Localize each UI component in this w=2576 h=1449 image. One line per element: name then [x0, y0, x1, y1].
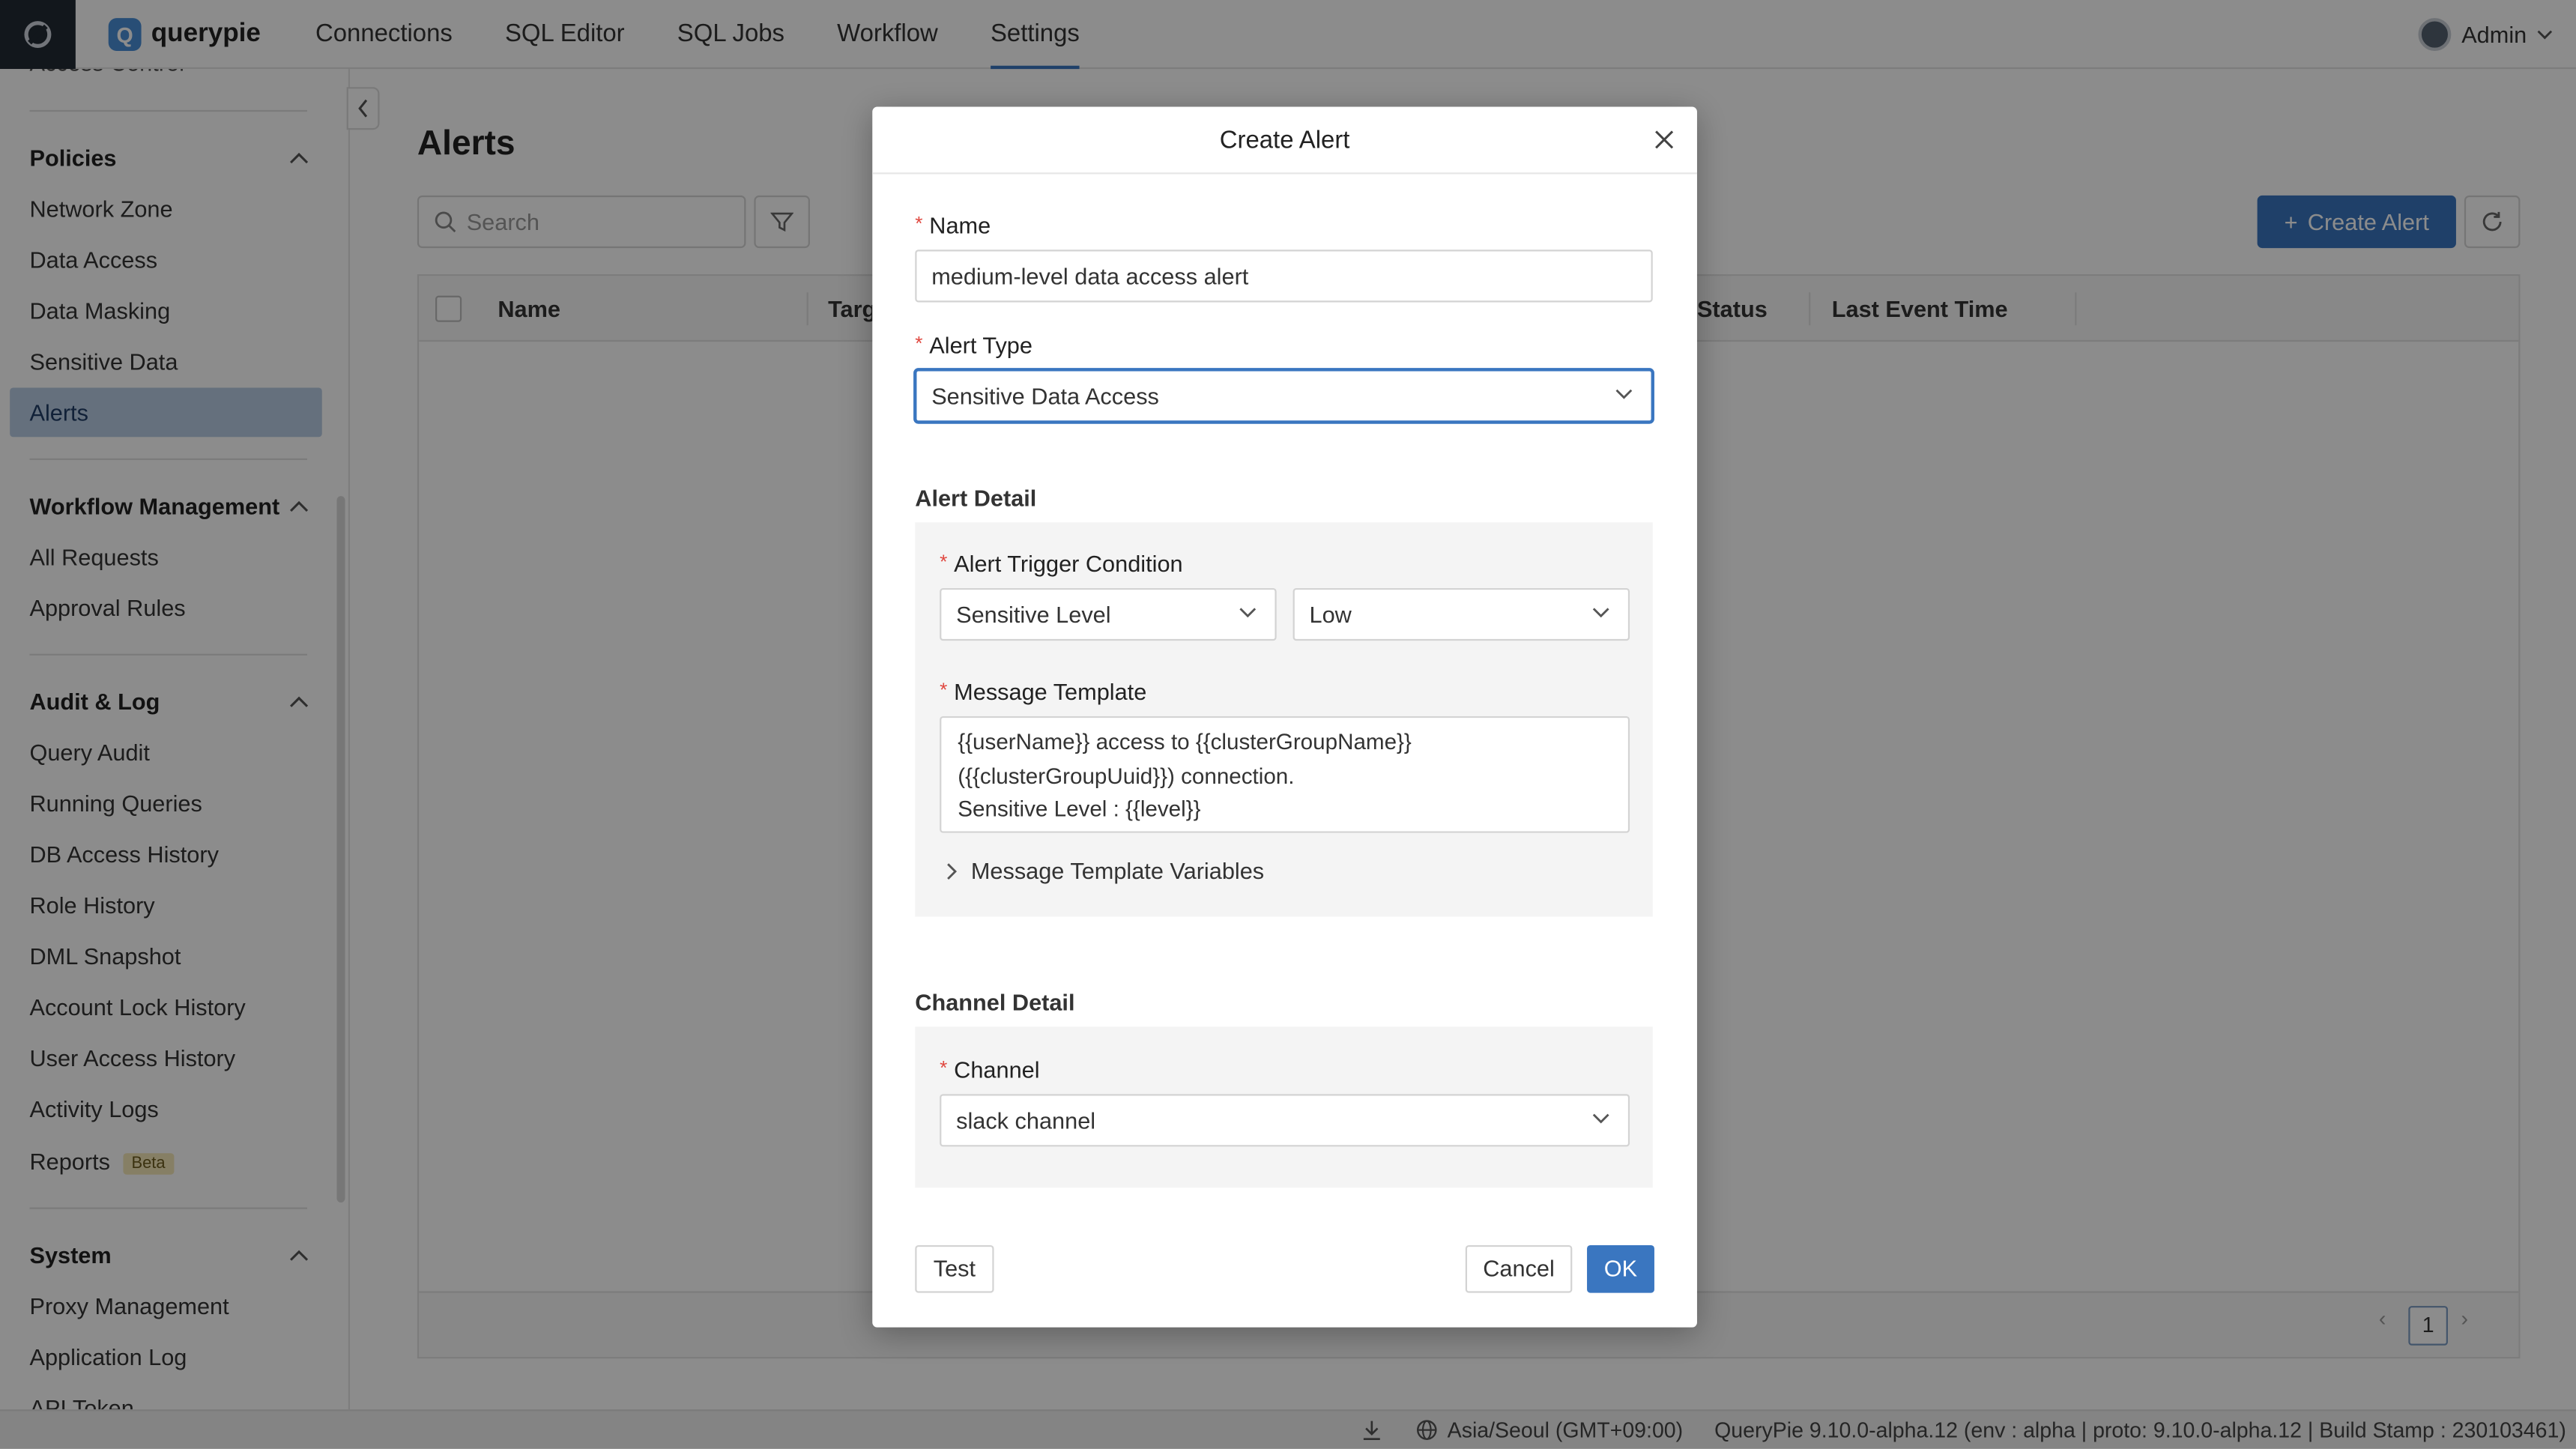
chevron-down-icon [1615, 389, 1633, 399]
close-icon[interactable] [1654, 130, 1674, 149]
chevron-down-icon [1239, 608, 1257, 618]
modal-title: Create Alert [1219, 126, 1350, 155]
ok-button[interactable]: OK [1587, 1244, 1654, 1293]
template-line: {{userName}} access to {{clusterGroupNam… [958, 729, 1412, 754]
trigger-level-select[interactable]: Low [1292, 587, 1630, 641]
trigger-condition-label: * Alert Trigger Condition [940, 551, 1182, 577]
template-line: Sensitive Level : {{level}} [958, 796, 1201, 822]
required-mark: * [940, 550, 948, 574]
name-input[interactable]: medium-level data access alert [915, 249, 1653, 303]
trigger-field-select[interactable]: Sensitive Level [940, 587, 1277, 641]
alert-detail-title: Alert Detail [915, 484, 1037, 511]
chevron-right-icon [947, 862, 958, 879]
required-mark: * [915, 211, 923, 235]
alert-type-value: Sensitive Data Access [931, 382, 1159, 409]
template-variables-expander[interactable]: Message Template Variables [946, 858, 1264, 884]
channel-value: slack channel [956, 1107, 1096, 1134]
message-template-label-text: Message Template [954, 678, 1147, 705]
template-line: ({{clusterGroupUuid}}) connection. [958, 763, 1295, 788]
message-template-textarea[interactable]: {{userName}} access to {{clusterGroupNam… [940, 716, 1630, 833]
channel-label-text: Channel [954, 1056, 1040, 1083]
trigger-condition-label-text: Alert Trigger Condition [954, 550, 1183, 577]
name-label: * Name [915, 212, 991, 238]
trigger-level-value: Low [1309, 601, 1352, 628]
template-variables-label: Message Template Variables [970, 857, 1265, 884]
channel-detail-panel: * Channel slack channel [915, 1026, 1653, 1188]
required-mark: * [915, 331, 923, 355]
trigger-field-value: Sensitive Level [956, 601, 1111, 628]
channel-select[interactable]: slack channel [940, 1094, 1630, 1147]
alert-detail-panel: * Alert Trigger Condition Sensitive Level… [915, 522, 1653, 917]
alert-type-label-text: Alert Type [929, 331, 1032, 358]
chevron-down-icon [1592, 1113, 1609, 1124]
modal-header: Create Alert [872, 107, 1697, 175]
required-mark: * [940, 678, 948, 702]
test-button[interactable]: Test [915, 1244, 994, 1293]
required-mark: * [940, 1056, 948, 1080]
create-alert-modal: Create Alert * Name medium-level data acc… [872, 106, 1697, 1328]
chevron-down-icon [1592, 608, 1609, 618]
alert-type-label: * Alert Type [915, 332, 1032, 358]
name-label-text: Name [929, 211, 991, 238]
channel-label: * Channel [940, 1056, 1039, 1083]
message-template-label: * Message Template [940, 679, 1146, 705]
alert-type-select[interactable]: Sensitive Data Access [915, 369, 1653, 423]
cancel-button[interactable]: Cancel [1465, 1244, 1573, 1293]
channel-detail-title: Channel Detail [915, 988, 1075, 1016]
